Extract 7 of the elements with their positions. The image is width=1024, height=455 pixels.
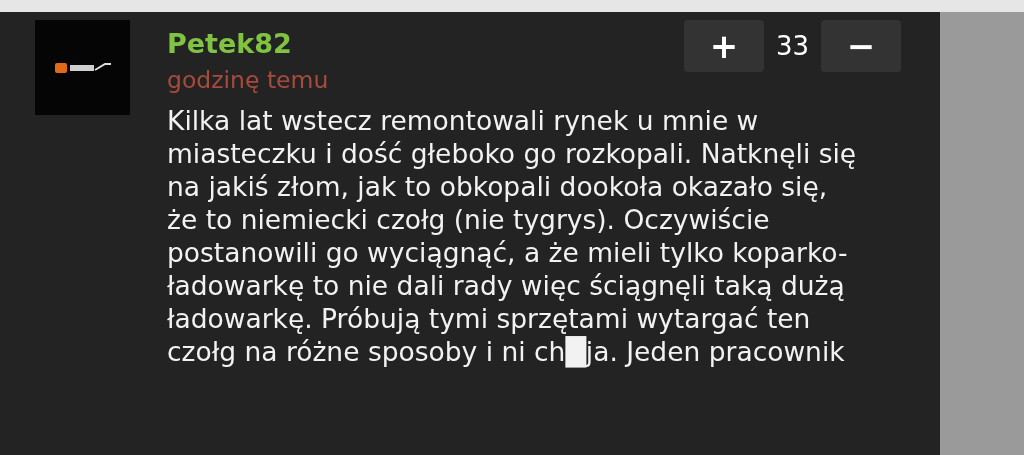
downvote-button[interactable]: − bbox=[821, 20, 901, 72]
upvote-button[interactable]: + bbox=[683, 20, 764, 72]
comment-text: Kilka lat wstecz remontowali rynek u mnie w miasteczku i dość głeboko go rozkopali. Natknęli się na jakiś złom, jak to obkopali dookoła okazało się, że to niemiecki czołg (nie tygrys). Oczywiście postanowili go wyciągnąć, a że mieli tylko koparko- ładowarkę to nie dali rady więc ściągnęli taką dużą ładowarkę. Próbują tymi sprzętami wytargać ten czołg na różne sposoby i ni ch█ja. Jeden pracownik bbox=[167, 104, 858, 368]
vote-score: 33 bbox=[775, 31, 809, 61]
author-name[interactable]: Petek82 bbox=[167, 28, 329, 60]
logo-icon bbox=[54, 60, 111, 75]
comment-time: godzinę temu bbox=[167, 65, 329, 96]
